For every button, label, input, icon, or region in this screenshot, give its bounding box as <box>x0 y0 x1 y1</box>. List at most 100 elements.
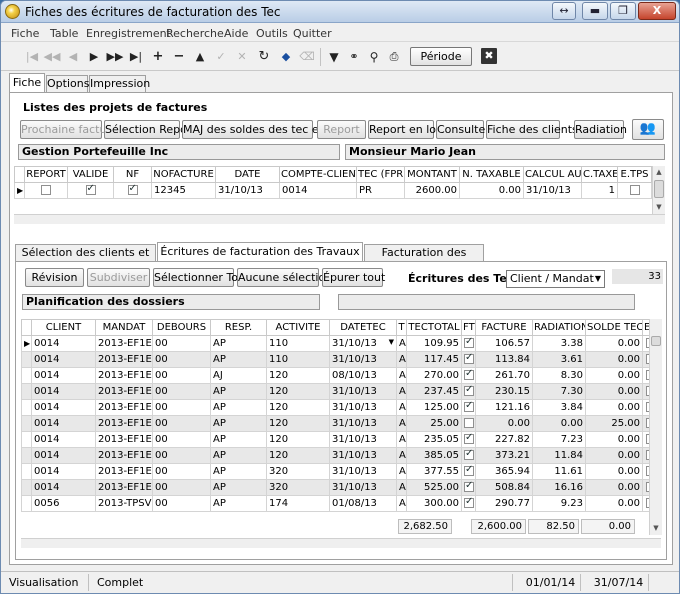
table-row[interactable]: 00142013-EF1E00AJ12008/10/13A270.00 261.7… <box>21 367 659 384</box>
minimize-button[interactable]: ▬ <box>582 2 608 20</box>
cell-t[interactable]: A <box>396 335 407 352</box>
cell-datetec[interactable]: 31/10/13 <box>329 415 397 432</box>
table-row[interactable]: 00142013-EF1E00AP32031/10/13A377.55 365.9… <box>21 463 659 480</box>
cell-debours[interactable]: 00 <box>152 367 211 384</box>
cell-solde[interactable]: 0.00 <box>585 335 643 352</box>
ft-checkbox[interactable] <box>464 418 474 428</box>
cell-montant[interactable]: 2600.00 <box>404 182 460 199</box>
cell-facture[interactable]: 227.82 <box>475 431 533 448</box>
cell-debours[interactable]: 00 <box>152 399 211 416</box>
resize-button[interactable]: ↔ <box>552 2 576 20</box>
col-c-taxe[interactable]: C.TAXE <box>581 166 618 183</box>
e-tps-checkbox[interactable] <box>629 185 640 195</box>
col-montant[interactable]: MONTANT <box>404 166 460 183</box>
users-icon[interactable]: 👥 <box>632 119 664 140</box>
prev-page-icon[interactable]: ◀◀ <box>43 48 61 66</box>
cell-mandat[interactable]: 2013-EF1E <box>95 463 153 480</box>
col-report[interactable]: REPORT <box>24 166 68 183</box>
tab-impression[interactable]: Impression <box>89 75 150 92</box>
table-row[interactable]: 0014 2013-EF1E 00 AP 120 31/10/13 A 25.00 0.00 0.… <box>21 415 659 432</box>
scroll-down-icon[interactable]: ▼ <box>653 201 665 213</box>
cell-radiation[interactable]: 0.00 <box>532 415 586 432</box>
cell-resp[interactable]: AP <box>210 383 267 400</box>
cell-tectotal[interactable]: 377.55 <box>406 463 462 480</box>
cell-solde[interactable]: 0.00 <box>585 351 643 368</box>
cell-ft[interactable] <box>461 351 476 368</box>
cell-facture[interactable]: 365.94 <box>475 463 533 480</box>
nf-checkbox[interactable] <box>127 184 138 195</box>
cell-t[interactable]: A <box>396 399 407 416</box>
cell-mandat[interactable]: 2013-EF1E <box>95 479 153 496</box>
cell-tectotal[interactable]: 117.45 <box>406 351 462 368</box>
menu-enregistrement[interactable]: Enregistrement <box>86 27 171 40</box>
cell-ft[interactable] <box>461 367 476 384</box>
grouping-dropdown[interactable]: Client / Mandat ▼ <box>506 270 605 288</box>
tab-fiche[interactable]: Fiche <box>9 73 45 92</box>
cell-tectotal[interactable]: 125.00 <box>406 399 462 416</box>
next-page-icon[interactable]: ▶▶ <box>106 48 124 66</box>
col-calcul-au[interactable]: CALCUL AU <box>523 166 582 183</box>
cell-activite[interactable]: 120 <box>266 447 330 464</box>
tab-ecritures-facturation[interactable]: Écritures de facturation des Travaux en … <box>157 242 363 276</box>
cell-tectotal[interactable]: 109.95 <box>406 335 462 352</box>
factures-hscroll[interactable] <box>14 214 665 224</box>
cell-radiation[interactable]: 8.30 <box>532 367 586 384</box>
col-t[interactable]: T <box>396 319 407 336</box>
cell-mandat[interactable]: 2013-EF1E <box>95 383 153 400</box>
cell-client[interactable]: 0056 <box>31 495 96 512</box>
cell-resp[interactable]: AJ <box>210 367 267 384</box>
cell-radiation[interactable]: 3.61 <box>532 351 586 368</box>
ft-checkbox[interactable] <box>464 369 474 380</box>
cell-t[interactable]: A <box>396 463 407 480</box>
cell-debours[interactable]: 00 <box>152 447 211 464</box>
print-icon[interactable]: ⎙ <box>385 48 403 66</box>
cell-t[interactable]: A <box>396 367 407 384</box>
col-compte-client[interactable]: COMPTE-CLIENT <box>279 166 357 183</box>
cell-facture[interactable]: 261.70 <box>475 367 533 384</box>
ft-checkbox[interactable] <box>464 465 474 476</box>
cell-solde[interactable]: 0.00 <box>585 367 643 384</box>
table-row[interactable]: 00142013-EF1E00AP11031/10/13A117.45 113.8… <box>21 351 659 368</box>
row-selector[interactable] <box>21 415 32 432</box>
first-record-icon[interactable]: |◀ <box>23 48 41 66</box>
col-tec-fpr[interactable]: TEC (FPR) <box>356 166 405 183</box>
selection-report-button[interactable]: Sélection Report <box>104 120 196 139</box>
table-row[interactable]: ▶00142013-EF1E00AP11031/10/13▼A109.95 106… <box>21 335 659 352</box>
cell-resp[interactable]: AP <box>210 463 267 480</box>
menu-quitter[interactable]: Quitter <box>293 27 332 40</box>
cell-facture[interactable]: 508.84 <box>475 479 533 496</box>
cell-resp[interactable]: AP <box>210 447 267 464</box>
cell-tectotal[interactable]: 385.05 <box>406 447 462 464</box>
cell-datetec[interactable]: 31/10/13 <box>329 447 397 464</box>
row-pointer-icon[interactable]: ▶ <box>14 182 25 199</box>
cell-client[interactable]: 0014 <box>31 367 96 384</box>
cell-mandat[interactable]: 2013-TPSVQ <box>95 495 153 512</box>
col-datetec[interactable]: DATETEC <box>329 319 397 336</box>
cell-t[interactable]: A <box>396 415 407 432</box>
tab-options[interactable]: Options <box>46 75 89 92</box>
cell-datetec[interactable]: 31/10/13 <box>329 399 397 416</box>
cell-t[interactable]: A <box>396 447 407 464</box>
cell-datetec[interactable]: 31/10/13 <box>329 383 397 400</box>
confirm-icon[interactable]: ✓ <box>212 48 230 66</box>
cell-facture[interactable]: 113.84 <box>475 351 533 368</box>
cell-datetec[interactable]: 31/10/13 <box>329 431 397 448</box>
maj-soldes-button[interactable]: MAJ des soldes des tec en lot <box>182 120 343 139</box>
cell-resp[interactable]: AP <box>210 335 267 352</box>
cell-facture[interactable]: 0.00 <box>475 415 533 432</box>
ft-checkbox[interactable] <box>464 385 474 396</box>
cell-datetec[interactable]: 31/10/13 ▼ <box>329 335 397 352</box>
col-nofacture[interactable]: NOFACTURE <box>151 166 216 183</box>
cell-facture[interactable]: 121.16 <box>475 399 533 416</box>
cell-client[interactable]: 0014 <box>31 399 96 416</box>
cell-radiation[interactable]: 7.30 <box>532 383 586 400</box>
cell-t[interactable]: A <box>396 479 407 496</box>
cell-activite[interactable]: 120 <box>266 415 330 432</box>
row-selector[interactable] <box>21 351 32 368</box>
cell-datetec[interactable]: 31/10/13 <box>329 479 397 496</box>
cell-debours[interactable]: 00 <box>152 335 211 352</box>
cell-mandat[interactable]: 2013-EF1E <box>95 351 153 368</box>
menu-recherche[interactable]: Recherche <box>166 27 224 40</box>
cell-tectotal[interactable]: 270.00 <box>406 367 462 384</box>
col-nf[interactable]: NF <box>113 166 152 183</box>
